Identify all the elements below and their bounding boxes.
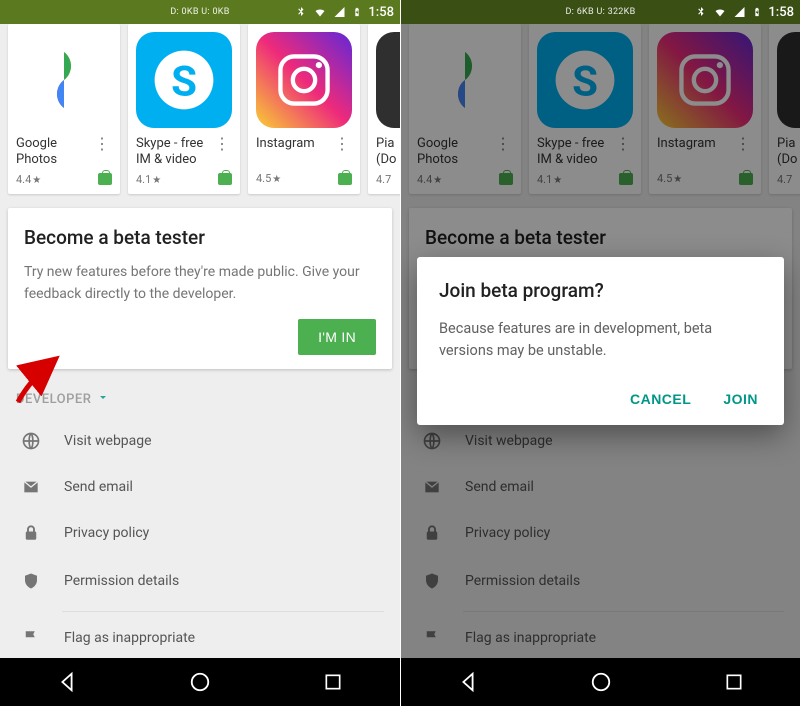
cancel-button[interactable]: CANCEL [626,383,695,415]
join-button[interactable]: JOIN [719,383,762,415]
bluetooth-icon [695,5,707,19]
dev-item-label: Send email [64,479,133,495]
app-rating: 4.5 [256,172,281,185]
divider [62,611,384,612]
screenshot-left: D: 0KB U: 0KB 1:58 Google Photos ⋮ 4.4 [0,0,400,706]
page-content: Google Photos⋮ 4.4 S Skype - free IM & v… [401,24,800,658]
chevron-down-icon [97,391,109,407]
more-icon[interactable]: ⋮ [212,136,232,152]
battery-icon [352,5,362,19]
app-card-instagram[interactable]: Instagram ⋮ 4.5 [248,24,360,194]
recents-button[interactable] [721,669,747,695]
dialog-scrim[interactable]: Join beta program? Because features are … [401,24,800,658]
clock: 1:58 [768,5,794,20]
svg-text:S: S [171,57,197,106]
page-content: Google Photos ⋮ 4.4 S Skype - free IM & … [0,24,400,658]
dialog-title: Join beta program? [439,279,762,302]
status-bar: D: 6KB U: 322KB 1:58 [401,0,800,24]
shield-icon [20,571,42,591]
screenshot-right: D: 6KB U: 322KB 1:58 Google Photos⋮ 4.4 … [400,0,800,706]
privacy-policy-item[interactable]: Privacy policy [16,509,384,557]
network-stats: D: 6KB U: 322KB [565,7,635,17]
recents-button[interactable] [320,669,346,695]
more-icon[interactable]: ⋮ [92,136,112,152]
send-email-item[interactable]: Send email [16,465,384,509]
flag-icon [20,628,42,648]
signal-icon [733,6,746,18]
permission-details-item[interactable]: Permission details [16,557,384,605]
app-rating: 4.1 [136,173,161,186]
network-stats: D: 0KB U: 0KB [170,7,229,17]
email-icon [20,479,42,495]
dev-item-label: Permission details [64,573,179,589]
globe-icon [20,431,42,451]
beta-title: Become a beta tester [24,226,376,249]
navigation-bar [401,658,800,706]
more-icon[interactable]: ⋮ [332,136,352,152]
wifi-icon [313,6,327,18]
flag-inappropriate-item[interactable]: Flag as inappropriate [16,614,384,658]
developer-section: DEVELOPER Visit webpage Send email Priva… [0,391,400,658]
visit-webpage-item[interactable]: Visit webpage [16,417,384,465]
dialog-text: Because features are in development, bet… [439,318,762,362]
navigation-bar [0,658,400,706]
status-bar: D: 0KB U: 0KB 1:58 [0,0,400,24]
family-badge-icon [98,173,112,185]
battery-icon [752,5,762,19]
app-icon [376,32,400,128]
app-card-partial[interactable]: Pia(Do 4.7 [368,24,400,194]
skype-icon: S [136,32,232,128]
app-title: Google Photos [16,136,92,169]
beta-description: Try new features before they're made pub… [24,261,376,306]
clock: 1:58 [368,5,394,20]
back-button[interactable] [54,669,80,695]
im-in-button[interactable]: I'M IN [298,319,376,355]
app-title: Instagram [256,136,315,168]
dev-item-label: Privacy policy [64,525,149,541]
app-card-google-photos[interactable]: Google Photos ⋮ 4.4 [8,24,120,194]
dev-item-label: Flag as inappropriate [64,630,195,646]
family-badge-icon [218,173,232,185]
similar-apps-row[interactable]: Google Photos ⋮ 4.4 S Skype - free IM & … [0,24,400,194]
app-rating: 4.4 [16,173,41,186]
signal-icon [333,6,346,18]
dev-item-label: Visit webpage [64,433,152,449]
app-title: Skype - free IM & video [136,136,212,169]
family-badge-icon [338,173,352,185]
bluetooth-icon [295,5,307,19]
developer-header[interactable]: DEVELOPER [16,391,384,407]
home-button[interactable] [187,669,213,695]
app-card-skype[interactable]: S Skype - free IM & video ⋮ 4.1 [128,24,240,194]
beta-tester-card: Become a beta tester Try new features be… [8,208,392,370]
join-beta-dialog: Join beta program? Because features are … [417,257,784,426]
wifi-icon [713,6,727,18]
home-button[interactable] [588,669,614,695]
app-title: Pia(Do [376,136,396,169]
lock-icon [20,523,42,543]
google-photos-icon [16,32,112,128]
app-rating: 4.7 [376,173,391,186]
back-button[interactable] [455,669,481,695]
instagram-icon [256,32,352,128]
